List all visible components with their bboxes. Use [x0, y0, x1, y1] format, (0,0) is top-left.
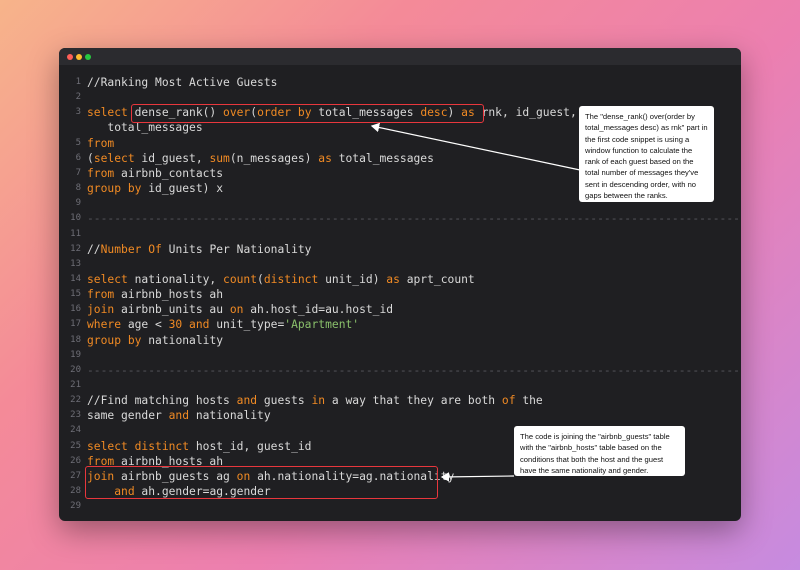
line-number: 22 — [70, 395, 81, 406]
code-text: select nationality, count(distinct unit_… — [87, 272, 475, 286]
highlight-box-dense-rank — [131, 104, 484, 123]
line-number: 23 — [70, 410, 81, 421]
line-number: 1 — [75, 77, 81, 87]
line-number: 25 — [70, 440, 81, 451]
line-number: 10 — [70, 213, 81, 224]
highlight-box-join — [85, 466, 438, 499]
line-number: 24 — [70, 425, 81, 436]
line-number: 16 — [70, 304, 81, 315]
line-number: 6 — [75, 152, 81, 163]
close-dot-icon[interactable] — [67, 54, 73, 60]
code-text: where age < 30 and unit_type='Apartment' — [87, 318, 360, 332]
line-number: 28 — [70, 486, 81, 497]
code-text: select distinct host_id, guest_id — [87, 439, 312, 453]
code-text: group by nationality — [87, 333, 224, 347]
maximize-dot-icon[interactable] — [85, 54, 91, 60]
callout-dense-rank: The "dense_rank() over(order by total_me… — [579, 106, 714, 202]
line-number: 17 — [70, 319, 81, 330]
code-text: ----------------------------------------… — [87, 212, 741, 226]
line-number: 18 — [70, 334, 81, 345]
line-number: 14 — [70, 273, 81, 284]
code-text: same gender and nationality — [87, 409, 271, 423]
line-number: 8 — [75, 183, 81, 194]
code-text: group by id_guest) x — [87, 182, 224, 196]
callout-join: The code is joining the "airbnb_guests" … — [514, 426, 685, 476]
code-text: //Ranking Most Active Guests — [87, 76, 278, 89]
line-number: 3 — [75, 107, 81, 118]
line-number: 21 — [70, 380, 81, 390]
code-text: join airbnb_units au on ah.host_id=au.ho… — [87, 303, 394, 317]
code-text: from airbnb_contacts — [87, 166, 224, 180]
line-number: 11 — [70, 228, 81, 239]
code-text: ----------------------------------------… — [87, 363, 741, 377]
line-number: 13 — [70, 258, 81, 269]
line-number: 15 — [70, 289, 81, 300]
line-number: 26 — [70, 455, 81, 466]
line-number: 20 — [70, 364, 81, 375]
line-number: 19 — [70, 349, 81, 360]
line-number: 2 — [75, 92, 81, 103]
code-text: (select id_guest, sum(n_messages) as tot… — [87, 151, 434, 165]
code-text: //Find matching hosts and guests in a wa… — [87, 394, 543, 408]
title-bar — [59, 48, 741, 65]
code-text: from — [87, 136, 115, 150]
line-number: 5 — [75, 137, 81, 148]
code-text: from airbnb_hosts ah — [87, 288, 224, 302]
line-number: 7 — [75, 167, 81, 178]
code-text: //Number Of Units Per Nationality — [87, 242, 312, 256]
line-number: 9 — [75, 198, 81, 209]
minimize-dot-icon[interactable] — [76, 54, 82, 60]
line-number: 27 — [70, 470, 81, 481]
line-number: 29 — [70, 501, 81, 512]
line-number: 12 — [70, 243, 81, 254]
